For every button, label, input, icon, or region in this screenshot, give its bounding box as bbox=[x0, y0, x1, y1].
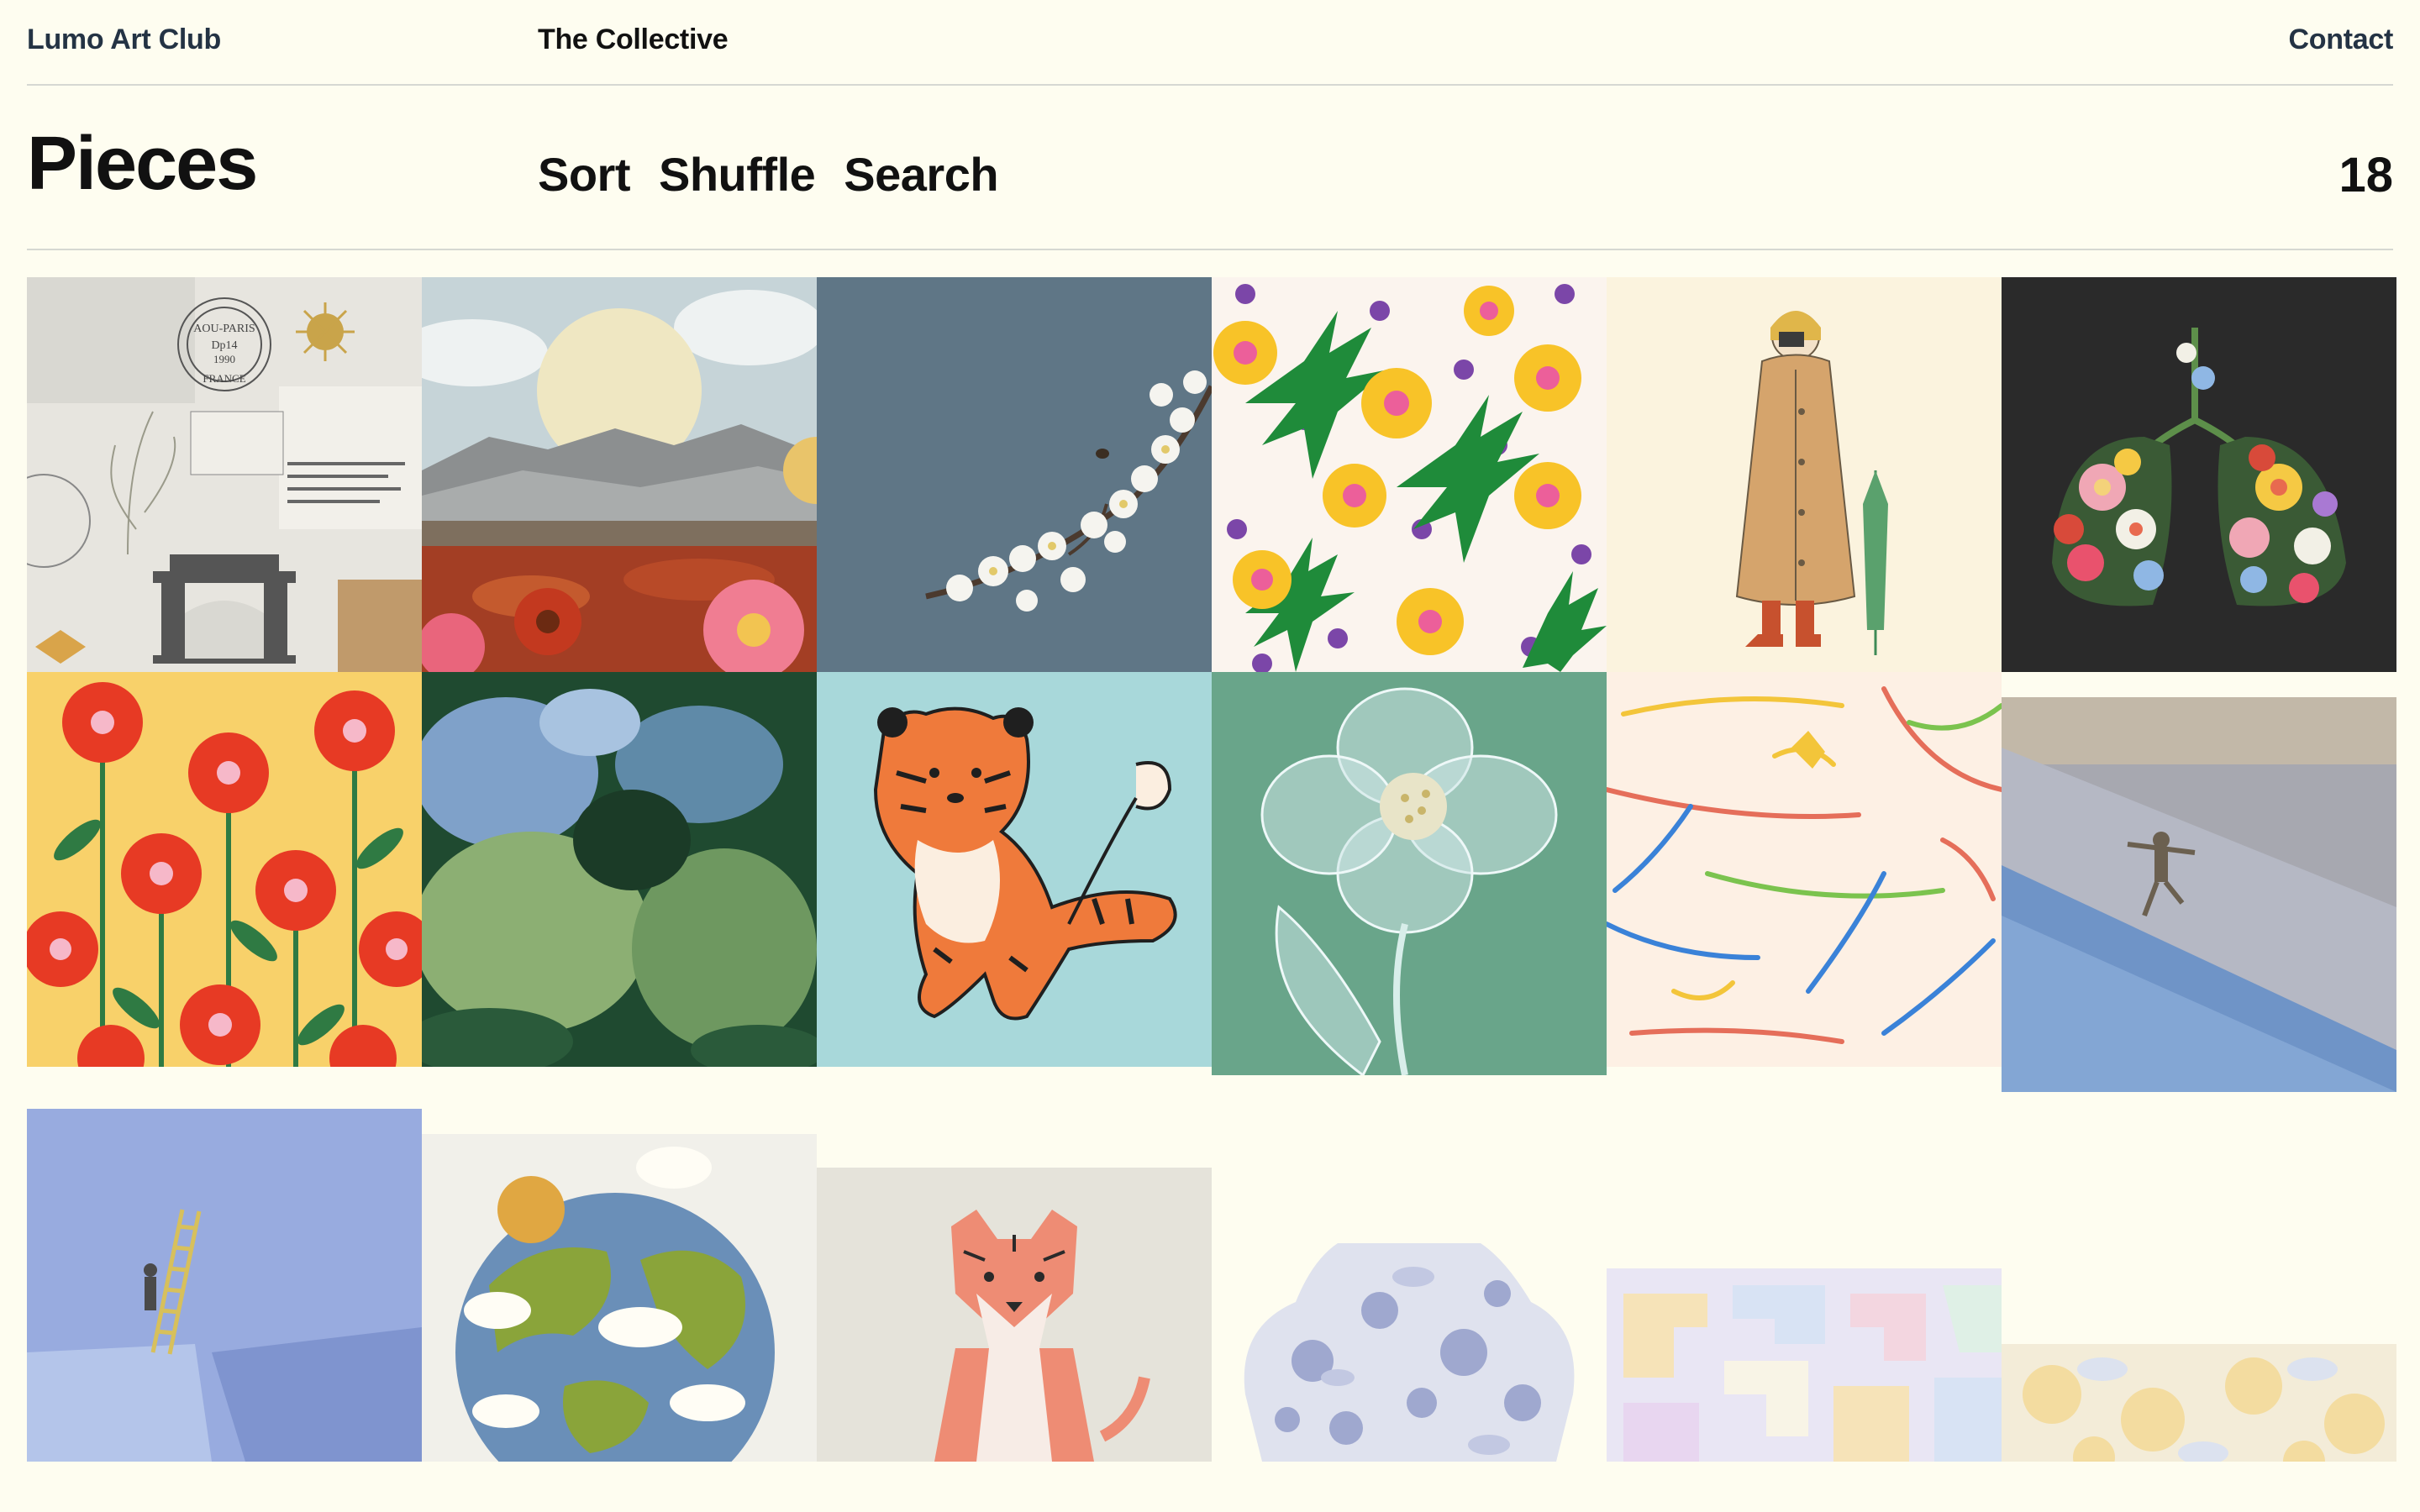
art-tile-tiger-cartoon[interactable] bbox=[817, 672, 1212, 1067]
art-tile-cherry-blossom[interactable] bbox=[817, 277, 1212, 672]
svg-text:FRANCE: FRANCE bbox=[203, 372, 245, 385]
art-tile-flower-leaf-pattern[interactable] bbox=[1212, 277, 1607, 672]
art-tile-colorful-strokes[interactable] bbox=[1607, 672, 2002, 1067]
art-tile-jumping-figure[interactable] bbox=[2002, 697, 2396, 1092]
shuffle-button[interactable]: Shuffle bbox=[659, 151, 816, 198]
svg-text:Dp14: Dp14 bbox=[211, 339, 237, 352]
colorful-strokes-image bbox=[1607, 672, 2002, 1067]
tiger-cartoon-image bbox=[817, 672, 1212, 1067]
art-tile-floral-lungs[interactable] bbox=[2002, 277, 2396, 672]
girl-in-coat-image bbox=[1607, 277, 2002, 672]
landscape-collage-image bbox=[422, 277, 817, 672]
stamp-text-1: AOU-PARIS bbox=[193, 323, 255, 335]
tiger-geometric-image bbox=[817, 1168, 1212, 1462]
page-title: Pieces bbox=[27, 122, 258, 206]
jumping-figure-image bbox=[2002, 697, 2396, 1092]
brand-link[interactable]: Lumo Art Club bbox=[27, 24, 221, 56]
ladder-figure-image bbox=[27, 1109, 422, 1462]
art-tile-landscape-sun-collage[interactable] bbox=[422, 277, 817, 672]
art-grid: AOU-PARIS Dp14 1990 FRANCE bbox=[27, 277, 2396, 1512]
art-tile-yellow-floral-pattern[interactable] bbox=[2002, 1344, 2396, 1462]
art-tile-paris-collage[interactable]: AOU-PARIS Dp14 1990 FRANCE bbox=[27, 277, 422, 672]
green-foliage-image bbox=[422, 672, 817, 1067]
art-tile-red-flowers[interactable] bbox=[27, 672, 422, 1067]
pieces-header: Pieces Sort Shuffle Search 18 bbox=[27, 84, 2393, 250]
glass-flower-image bbox=[1212, 672, 1607, 1075]
art-tile-ladder-figure[interactable] bbox=[27, 1109, 422, 1462]
art-tile-glass-flower[interactable] bbox=[1212, 672, 1607, 1075]
gallery-actions: Sort Shuffle Search bbox=[538, 151, 999, 198]
art-tile-green-foliage[interactable] bbox=[422, 672, 817, 1067]
pastel-puzzle-image bbox=[1607, 1268, 2002, 1462]
cherry-blossom-image bbox=[817, 277, 1212, 672]
paris-collage-image: AOU-PARIS Dp14 1990 FRANCE bbox=[27, 277, 422, 672]
blue-floral-vase-image bbox=[1212, 1210, 1607, 1462]
red-flowers-image bbox=[27, 672, 422, 1067]
art-tile-fuzzy-earth[interactable] bbox=[422, 1134, 817, 1462]
yellow-floral-pattern-image bbox=[2002, 1344, 2396, 1462]
art-tile-girl-in-coat[interactable] bbox=[1607, 277, 2002, 672]
art-tile-pastel-puzzle[interactable] bbox=[1607, 1268, 2002, 1462]
contact-link[interactable]: Contact bbox=[2289, 24, 2394, 56]
flower-leaf-pattern-image bbox=[1212, 277, 1607, 672]
art-tile-blue-floral-vase[interactable] bbox=[1212, 1210, 1607, 1462]
floral-lungs-image bbox=[2002, 277, 2396, 672]
sort-button[interactable]: Sort bbox=[538, 151, 631, 198]
top-nav: Lumo Art Club The Collective Contact bbox=[27, 0, 2393, 86]
art-tile-tiger-geometric[interactable] bbox=[817, 1168, 1212, 1462]
piece-count: 18 bbox=[2338, 148, 2393, 202]
svg-text:1990: 1990 bbox=[213, 353, 235, 365]
fuzzy-earth-image bbox=[422, 1134, 817, 1462]
search-button[interactable]: Search bbox=[844, 151, 998, 198]
collective-link[interactable]: The Collective bbox=[538, 24, 729, 56]
